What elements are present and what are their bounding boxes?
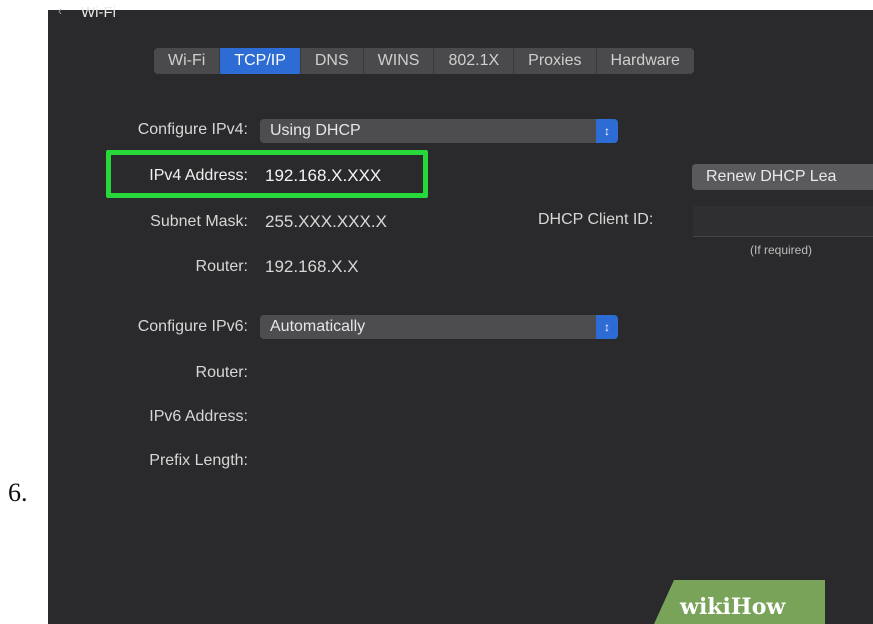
renew-dhcp-lease-button[interactable]: Renew DHCP Lea [692, 164, 873, 190]
wikihow-logo-text: wikiHow [680, 594, 785, 620]
step-number: 6. [8, 478, 28, 507]
ipv4-address-label: IPv4 Address: [149, 167, 248, 184]
tab-dns[interactable]: DNS [301, 48, 364, 74]
ipv4-address-value: 192.168.X.XXX [265, 166, 382, 185]
tab-wins[interactable]: WINS [364, 48, 435, 74]
configure-ipv4-value: Using DHCP [270, 122, 361, 139]
dhcp-client-id-field[interactable] [693, 206, 873, 237]
panel-top-crop [48, 0, 873, 10]
tab-802-1x[interactable]: 802.1X [434, 48, 515, 74]
configure-ipv4-label: Configure IPv4: [137, 121, 248, 138]
back-chevron-icon[interactable]: ‹ [58, 4, 68, 18]
ipv6-router-label: Router: [195, 364, 248, 381]
configure-ipv6-select[interactable]: Automatically ↕ [260, 315, 618, 339]
wikihow-how: How [730, 594, 786, 620]
select-stepper-icon: ↕ [596, 119, 618, 143]
window-title: Wi-Fi [81, 4, 116, 21]
select-stepper-icon: ↕ [596, 315, 618, 339]
network-settings-panel: ‹ Wi-Fi Wi-Fi TCP/IP DNS WINS 802.1X Pro… [48, 0, 873, 624]
configure-ipv6-label: Configure IPv6: [137, 318, 248, 335]
ipv4-router-label: Router: [195, 258, 248, 275]
configure-ipv6-value: Automatically [270, 318, 366, 335]
wikihow-wiki: wiki [680, 594, 731, 620]
dhcp-client-id-hint: (If required) [750, 243, 813, 257]
tab-hardware[interactable]: Hardware [597, 48, 694, 74]
configure-ipv4-select[interactable]: Using DHCP ↕ [260, 119, 618, 143]
tab-wifi[interactable]: Wi-Fi [154, 48, 221, 74]
prefix-length-label: Prefix Length: [149, 452, 248, 469]
ipv6-address-label: IPv6 Address: [149, 408, 248, 425]
subnet-mask-value: 255.XXX.XXX.X [265, 212, 387, 231]
dhcp-client-id-label: DHCP Client ID: [538, 211, 654, 228]
ipv4-router-value: 192.168.X.X [265, 257, 359, 276]
tab-proxies[interactable]: Proxies [514, 48, 597, 74]
settings-tab-bar: Wi-Fi TCP/IP DNS WINS 802.1X Proxies Har… [154, 48, 694, 74]
subnet-mask-label: Subnet Mask: [150, 213, 248, 230]
tab-tcp-ip[interactable]: TCP/IP [220, 48, 301, 74]
